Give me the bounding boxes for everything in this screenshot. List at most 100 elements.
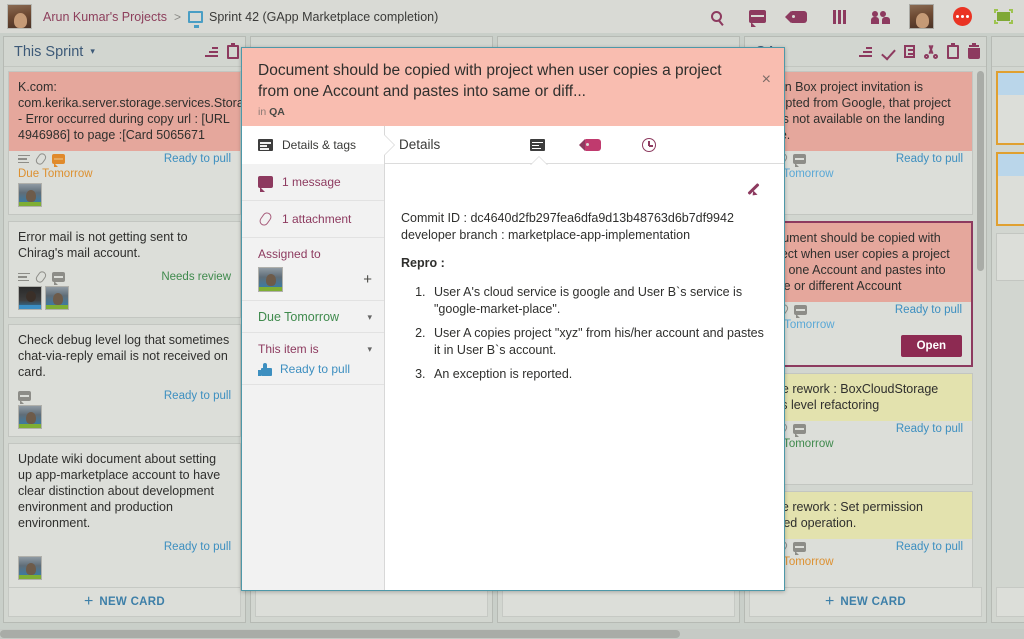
close-icon[interactable]: × — [762, 72, 771, 88]
status-badge: Ready to pull — [895, 153, 963, 165]
chat-icon[interactable] — [52, 272, 65, 285]
due-date-row: Due Tomorrow ▾ — [258, 310, 372, 324]
chat-icon[interactable] — [793, 154, 806, 167]
details-content[interactable]: Commit ID : dc4640d2fb297fea6dfa9d13b487… — [385, 164, 784, 590]
new-card-button[interactable] — [996, 587, 1024, 617]
card-meta: Ready to pull — [9, 151, 240, 168]
new-card-label: NEW CARD — [99, 596, 165, 608]
scrollbar-thumb[interactable] — [0, 630, 680, 638]
chat-icon[interactable] — [794, 305, 807, 318]
attachment-icon — [34, 151, 48, 167]
column-tools — [204, 42, 239, 59]
check-icon[interactable] — [881, 45, 895, 59]
pencil-icon[interactable] — [747, 180, 766, 198]
message-count-label: 1 message — [282, 175, 341, 189]
card[interactable] — [996, 233, 1024, 281]
paste-icon[interactable] — [227, 42, 239, 59]
chat-icon[interactable] — [18, 391, 31, 404]
new-card-button[interactable] — [502, 587, 735, 617]
avatar[interactable] — [45, 286, 69, 310]
account-avatar[interactable] — [901, 0, 942, 33]
chat-icon[interactable] — [793, 542, 806, 555]
new-card-button[interactable] — [255, 587, 488, 617]
avatar[interactable] — [18, 286, 42, 310]
card[interactable] — [996, 71, 1024, 145]
chat-icon[interactable] — [52, 154, 65, 167]
breadcrumb-board[interactable]: Sprint 42 (GApp Marketplace completion) — [209, 10, 438, 24]
board-icon — [187, 10, 203, 28]
fullscreen-icon[interactable] — [983, 0, 1024, 33]
chevron-down-icon[interactable]: ▾ — [367, 344, 372, 355]
column-body[interactable]: K.com: com.kerika.server.storage.service… — [4, 67, 245, 587]
breadcrumb: Arun Kumar's Projects > Sprint 42 (GApp … — [43, 10, 438, 28]
trash-icon[interactable] — [968, 42, 980, 59]
team-icon[interactable] — [860, 0, 901, 33]
clock-icon — [642, 137, 656, 152]
chevron-down-icon[interactable]: ▾ — [90, 46, 95, 57]
sidebar-tab-details-and-tags[interactable]: Details & tags — [242, 126, 395, 164]
sidebar-section-item-state: This item is ▾ Ready to pull — [242, 333, 384, 385]
top-bar: Arun Kumar's Projects > Sprint 42 (GApp … — [0, 0, 1024, 33]
attachment-icon — [257, 210, 274, 228]
vertical-scrollbar[interactable] — [977, 71, 984, 271]
column-header: This Sprint ▾ — [4, 37, 245, 67]
details-icon — [529, 138, 545, 151]
avatar[interactable] — [258, 267, 283, 292]
details-heading: Details — [399, 137, 441, 152]
avatar[interactable] — [18, 183, 42, 207]
columns-icon[interactable] — [819, 0, 860, 33]
new-card-button[interactable]: + NEW CARD — [749, 587, 982, 617]
sidebar-item-messages[interactable]: 1 message — [242, 164, 384, 201]
more-options-icon[interactable] — [942, 0, 983, 33]
card[interactable]: K.com: com.kerika.server.storage.service… — [8, 71, 245, 215]
item-state-value-row[interactable]: Ready to pull — [258, 362, 372, 376]
avatar[interactable] — [18, 556, 42, 580]
history-tab[interactable] — [621, 126, 677, 164]
user-avatar[interactable] — [7, 4, 32, 29]
card-meta: Needs review — [9, 269, 240, 286]
chat-icon[interactable] — [737, 0, 778, 33]
details-tab[interactable] — [509, 126, 565, 165]
chevron-down-icon[interactable]: ▾ — [367, 312, 372, 323]
thumbs-up-icon — [258, 362, 272, 376]
sidebar-section-due-date[interactable]: Due Tomorrow ▾ — [242, 301, 384, 333]
dialog-main: Details Commit ID : dc4640d2fb297fea6dfa… — [385, 126, 784, 590]
tags-tab[interactable] — [565, 126, 621, 164]
tag-icon[interactable] — [778, 0, 819, 33]
list-item: User A copies project "xyz" from his/her… — [429, 325, 768, 359]
card[interactable]: Update wiki document about setting up ap… — [8, 443, 241, 587]
assigned-to-label: Assigned to — [258, 247, 372, 261]
assignee-avatars — [9, 556, 240, 587]
sort-icon[interactable] — [204, 46, 218, 58]
sort-icon[interactable] — [858, 46, 872, 58]
column-body[interactable] — [992, 67, 1024, 587]
column-tools — [858, 42, 980, 59]
card-title — [998, 154, 1024, 176]
card[interactable] — [996, 152, 1024, 226]
item-state-label: This item is — [258, 342, 319, 356]
attachment-icon — [34, 269, 48, 285]
card-title: Error mail is not getting sent to Chirag… — [18, 230, 188, 260]
horizontal-scrollbar[interactable] — [0, 629, 1024, 639]
dialog-sidebar: Details & tags 1 message 1 attachment As… — [242, 126, 395, 590]
assignee-avatars — [9, 405, 240, 436]
paste-icon[interactable] — [947, 42, 959, 59]
card[interactable]: Error mail is not getting sent to Chirag… — [8, 221, 241, 318]
list-item: An exception is reported. — [429, 366, 768, 383]
chat-icon[interactable] — [793, 424, 806, 437]
new-card-button[interactable]: + NEW CARD — [8, 587, 241, 617]
avatar[interactable] — [18, 405, 42, 429]
card[interactable]: Check debug level log that sometimes cha… — [8, 324, 241, 437]
column-header — [992, 37, 1024, 67]
open-button[interactable]: Open — [900, 334, 962, 357]
breadcrumb-project[interactable]: Arun Kumar's Projects — [43, 10, 167, 24]
card-title: Update wiki document about setting up ap… — [18, 452, 221, 530]
search-icon[interactable] — [696, 0, 737, 33]
item-state-value: Ready to pull — [280, 362, 351, 376]
chat-icon — [258, 176, 273, 192]
copy-icon[interactable] — [904, 45, 915, 58]
sidebar-item-attachments[interactable]: 1 attachment — [242, 201, 384, 238]
cut-icon[interactable] — [924, 44, 938, 59]
branch-line: developer branch : marketplace-app-imple… — [401, 228, 691, 242]
card-title: K.com: com.kerika.server.storage.service… — [9, 72, 245, 151]
